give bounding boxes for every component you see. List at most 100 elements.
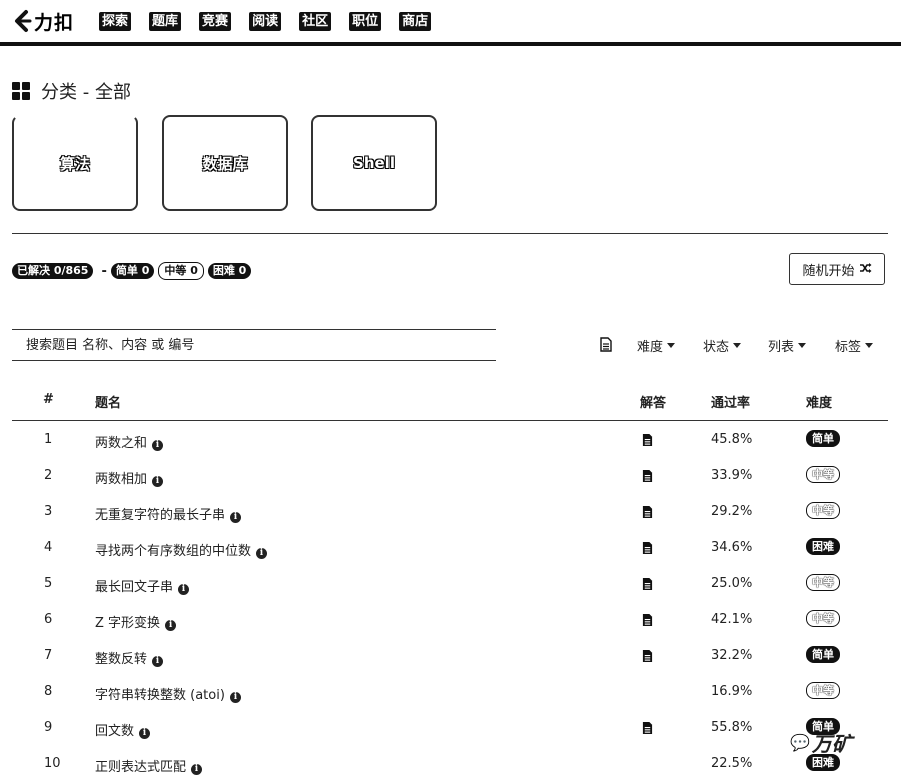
acceptance-rate: 33.9% [711,468,753,483]
nav-link-jobs[interactable]: 职位 [349,11,382,31]
problem-title-link[interactable]: 正则表达式匹配 [95,760,186,775]
table-row[interactable]: 1 两数之和 i 45.8% 简单 [12,422,888,458]
solution-icon[interactable] [642,469,653,487]
info-icon[interactable]: i [165,620,177,631]
table-row[interactable]: 4 寻找两个有序数组的中位数 i 34.6% 困难 [12,530,888,566]
problem-number: 7 [44,648,53,663]
progress-stats: 已解决 0/865 - 简单 0 中等 0 困难 0 [12,262,255,280]
category-card-shell[interactable]: Shell [311,115,437,211]
nav-links: 探索 题库 竞赛 阅读 社区 职位 商店 [99,11,449,31]
solution-icon[interactable] [642,649,653,667]
acceptance-rate: 45.8% [711,432,753,447]
tags-filter[interactable]: 标签 [835,336,874,355]
info-icon[interactable]: i [229,692,241,703]
problem-number: 2 [44,468,53,483]
nav-link-discuss[interactable]: 社区 [299,11,332,31]
difficulty-filter-label: 难度 [637,340,664,355]
table-row[interactable]: 2 两数相加 i 33.9% 中等 [12,458,888,494]
solution-icon[interactable] [642,721,653,739]
problem-title-link[interactable]: 回文数 [95,724,134,739]
problem-title-link[interactable]: 整数反转 [95,652,147,667]
acceptance-rate: 22.5% [711,756,753,771]
difficulty-badge: 中等 [806,682,840,699]
problem-title-link[interactable]: 两数相加 [95,472,147,487]
nav-link-problems[interactable]: 题库 [149,11,182,31]
header-acceptance[interactable]: 通过率 [711,392,750,411]
problem-title-link[interactable]: Z 字形变换 [95,616,160,631]
info-icon[interactable]: i [178,584,190,595]
difficulty-cell: 简单 [806,430,840,447]
problem-table-header: # 题名 解答 通过率 难度 [12,392,888,421]
info-icon[interactable]: i [139,728,151,739]
difficulty-badge: 简单 [806,430,840,447]
random-start-button[interactable]: 随机开始 [789,253,885,285]
problem-number: 5 [44,576,53,591]
nav-link-contest[interactable]: 竞赛 [199,11,232,31]
problem-title-link[interactable]: 字符串转换整数 (atoi) [95,688,225,703]
solution-icon[interactable] [642,433,653,451]
difficulty-cell: 简单 [806,646,840,663]
table-row[interactable]: 9 回文数 i 55.8% 简单 [12,710,888,746]
problem-title-link[interactable]: 两数之和 [95,436,147,451]
category-header: 分类 - 全部 [12,78,131,104]
nav-link-explore[interactable]: 探索 [99,11,132,31]
problem-number: 4 [44,540,53,555]
nav-link-store[interactable]: 商店 [399,11,432,31]
wechat-icon: 💬 [790,733,810,752]
watermark-text: 万矿 [811,732,852,756]
info-icon[interactable]: i [152,440,164,451]
random-start-label: 随机开始 [802,263,855,279]
logo[interactable]: 力扣 [12,8,74,35]
difficulty-badge: 中等 [806,574,840,591]
list-filter[interactable]: 列表 [768,336,807,355]
caret-down-icon [865,343,874,348]
info-icon[interactable]: i [256,548,268,559]
problem-title-cell: 回文数 i [95,720,151,739]
search-input[interactable] [24,336,488,354]
problem-title-link[interactable]: 最长回文子串 [95,580,173,595]
table-row[interactable]: 3 无重复字符的最长子串 i 29.2% 中等 [12,494,888,530]
acceptance-rate: 29.2% [711,504,753,519]
difficulty-badge: 中等 [806,466,840,483]
difficulty-cell: 中等 [806,502,840,519]
hard-count-badge: 困难 0 [207,263,252,279]
table-row[interactable]: 7 整数反转 i 32.2% 简单 [12,638,888,674]
header-difficulty[interactable]: 难度 [806,392,832,411]
solution-icon[interactable] [642,541,653,559]
problem-title-cell: 无重复字符的最长子串 i [95,504,242,523]
info-icon[interactable]: i [152,656,164,667]
info-icon[interactable]: i [191,764,203,775]
problem-title-cell: Z 字形变换 i [95,612,177,631]
solution-icon[interactable] [642,505,653,523]
watermark: 💬 万矿 [790,728,852,757]
table-row[interactable]: 5 最长回文子串 i 25.0% 中等 [12,566,888,602]
problem-title-cell: 整数反转 i [95,648,164,667]
header-title[interactable]: 题名 [95,392,121,411]
header-number[interactable]: # [43,392,54,407]
difficulty-filter[interactable]: 难度 [637,336,676,355]
table-row[interactable]: 6 Z 字形变换 i 42.1% 中等 [12,602,888,638]
problem-title-link[interactable]: 寻找两个有序数组的中位数 [95,544,251,559]
document-icon[interactable] [600,337,612,356]
difficulty-badge: 中等 [806,610,840,627]
solution-icon[interactable] [642,577,653,595]
nav-link-articles[interactable]: 阅读 [249,11,282,31]
solution-icon[interactable] [642,613,653,631]
acceptance-rate: 42.1% [711,612,753,627]
info-icon[interactable]: i [230,512,242,523]
info-icon[interactable]: i [152,476,164,487]
problem-number: 1 [44,432,53,447]
category-card-database[interactable]: 数据库 [162,115,288,211]
table-row[interactable]: 10 正则表达式匹配 i 22.5% 困难 [12,746,888,782]
header-solution[interactable]: 解答 [640,392,666,411]
problem-title-link[interactable]: 无重复字符的最长子串 [95,508,225,523]
acceptance-rate: 55.8% [711,720,753,735]
grid-icon [12,82,30,100]
acceptance-rate: 32.2% [711,648,753,663]
table-row[interactable]: 8 字符串转换整数 (atoi) i 16.9% 中等 [12,674,888,710]
list-filter-label: 列表 [768,340,795,355]
category-card-algorithms[interactable]: 算法 [12,115,138,211]
caret-down-icon [798,343,807,348]
difficulty-badge: 中等 [806,502,840,519]
status-filter[interactable]: 状态 [703,336,742,355]
